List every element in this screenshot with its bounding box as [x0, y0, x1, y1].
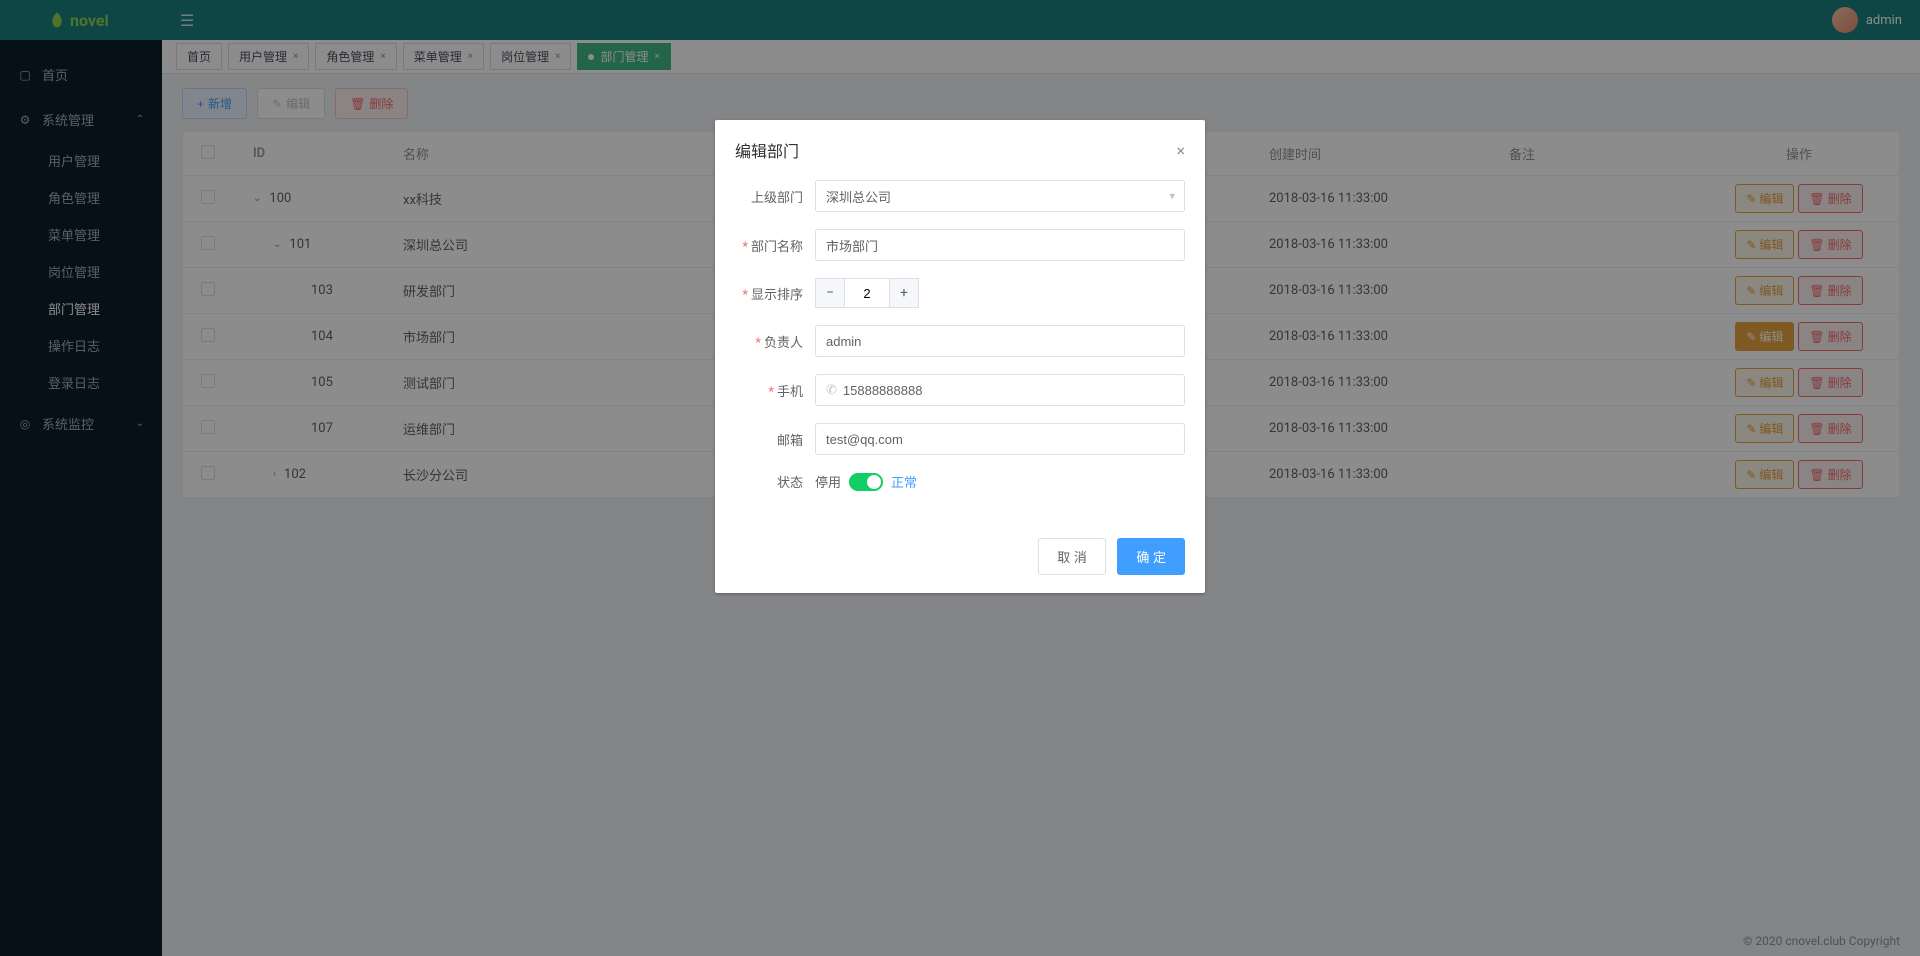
label-email: 邮箱 — [735, 430, 815, 449]
label-phone: *手机 — [735, 381, 815, 400]
confirm-button[interactable]: 确 定 — [1117, 538, 1185, 575]
status-off-label: 停用 — [815, 472, 841, 491]
order-stepper: − + — [815, 278, 1185, 308]
label-leader: *负责人 — [735, 332, 815, 351]
order-input[interactable] — [845, 278, 889, 308]
leader-input[interactable] — [815, 325, 1185, 357]
cancel-button[interactable]: 取 消 — [1038, 538, 1106, 575]
phone-icon: ✆ — [826, 383, 837, 398]
label-order: *显示排序 — [735, 284, 815, 303]
parent-select[interactable] — [815, 180, 1185, 212]
increase-button[interactable]: + — [889, 278, 919, 308]
name-input[interactable] — [815, 229, 1185, 261]
close-icon[interactable]: × — [1176, 141, 1185, 160]
decrease-button[interactable]: − — [815, 278, 845, 308]
phone-input[interactable] — [843, 383, 1174, 398]
label-name: *部门名称 — [735, 236, 815, 255]
status-switch[interactable] — [849, 473, 883, 491]
status-on-label: 正常 — [891, 472, 917, 491]
edit-dept-dialog: 编辑部门 × 上级部门 ▾ *部门名称 *显示排序 − + — [715, 120, 1205, 593]
label-status: 状态 — [735, 472, 815, 491]
email-input[interactable] — [815, 423, 1185, 455]
label-parent: 上级部门 — [735, 187, 815, 206]
dialog-title: 编辑部门 — [735, 138, 799, 162]
